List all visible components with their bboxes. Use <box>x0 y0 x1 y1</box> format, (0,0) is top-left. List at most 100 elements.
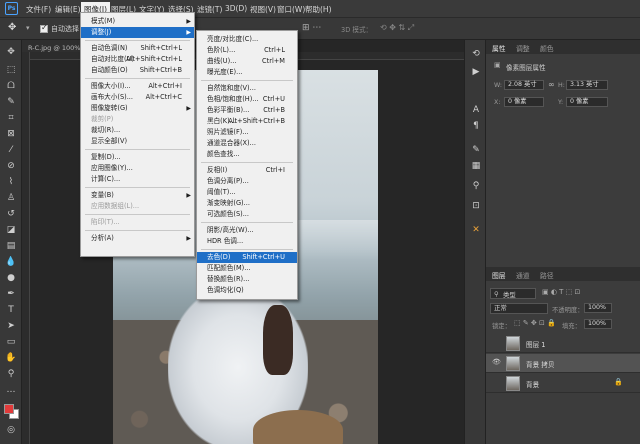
hand-tool-icon[interactable]: ✋ <box>5 352 17 364</box>
image-menu-item[interactable]: 调整(J) ▶ <box>81 27 194 38</box>
image-menu-item[interactable]: 应用数据组(L)... <box>81 201 194 212</box>
adjust-menu-item[interactable]: 色相/饱和度(H)... Ctrl+U <box>197 94 297 105</box>
marquee-tool-icon[interactable]: ⬚ <box>5 64 17 76</box>
adjust-menu-item[interactable]: 曝光度(E)... <box>197 67 297 78</box>
image-menu-item[interactable]: 分析(A) ▶ <box>81 233 194 244</box>
brush-tool-icon[interactable]: ⌇ <box>5 176 17 188</box>
link-icon[interactable]: ∞ <box>548 80 555 89</box>
tool-presets-icon[interactable]: ✕ <box>470 224 482 236</box>
clone-stamp-tool-icon[interactable]: ♙ <box>5 192 17 204</box>
tab-color[interactable]: 颜色 <box>540 43 554 53</box>
history-panel-icon[interactable]: ⟲ <box>470 48 482 60</box>
tab-channels[interactable]: 通道 <box>516 270 530 280</box>
menu-help[interactable]: 帮助(H) <box>305 4 332 15</box>
move-tool-icon[interactable]: ✥ <box>5 46 17 58</box>
adjust-menu-item[interactable]: 去色(D) Shift+Ctrl+U <box>197 252 297 263</box>
lasso-tool-icon[interactable]: ᗝ <box>5 80 17 92</box>
image-menu-item[interactable]: 自动颜色(O) Shift+Ctrl+B <box>81 65 194 76</box>
history-brush-tool-icon[interactable]: ↺ <box>5 208 17 220</box>
more-tools-icon[interactable]: … <box>5 384 17 396</box>
height-field[interactable]: 3.13 英寸 <box>566 80 608 90</box>
adjust-menu-item[interactable]: 亮度/对比度(C)... <box>197 34 297 45</box>
gradient-tool-icon[interactable]: ▤ <box>5 240 17 252</box>
adjust-menu-item[interactable]: 色彩平衡(B)... Ctrl+B <box>197 105 297 116</box>
eraser-tool-icon[interactable]: ◪ <box>5 224 17 236</box>
tab-layers[interactable]: 图层 <box>492 270 506 280</box>
image-menu-item[interactable]: 模式(M) ▶ <box>81 16 194 27</box>
image-menu-item[interactable]: 应用图像(Y)... <box>81 163 194 174</box>
image-menu-item[interactable]: 显示全部(V) <box>81 136 194 147</box>
adjust-menu-item[interactable]: 反相(I) Ctrl+I <box>197 165 297 176</box>
lock-icons[interactable]: ⬚ ✎ ✥ ⊡ 🔒 <box>514 319 556 327</box>
opacity-field[interactable]: 100% <box>584 303 612 313</box>
menu-3d[interactable]: 3D(D) <box>225 4 247 13</box>
brush-panel-icon[interactable]: ✎ <box>470 144 482 156</box>
blend-mode-dropdown[interactable]: 正常 <box>490 303 548 314</box>
adjust-menu-item[interactable]: 自然饱和度(V)... <box>197 83 297 94</box>
rectangle-tool-icon[interactable]: ▭ <box>5 336 17 348</box>
y-field[interactable]: 0 像素 <box>566 97 608 107</box>
image-menu-item[interactable]: 裁剪(P) <box>81 114 194 125</box>
adjust-menu-item[interactable]: 可选颜色(S)... <box>197 209 297 220</box>
pen-tool-icon[interactable]: ✒ <box>5 288 17 300</box>
adjust-menu-item[interactable]: 曲线(U)... Ctrl+M <box>197 56 297 67</box>
fill-field[interactable]: 100% <box>584 319 612 329</box>
path-selection-tool-icon[interactable]: ➤ <box>5 320 17 332</box>
layer-filter-icons[interactable]: ▣ ◐ T ⬚ ⊡ <box>542 288 580 296</box>
menu-edit[interactable]: 编辑(E) <box>55 4 81 15</box>
image-menu-item[interactable]: 陷印(T)... <box>81 217 194 228</box>
image-menu-item[interactable]: 裁切(R)... <box>81 125 194 136</box>
zoom-tool-icon[interactable]: ⚲ <box>5 368 17 380</box>
dodge-tool-icon[interactable]: ● <box>5 272 17 284</box>
tab-properties[interactable]: 属性 <box>492 43 506 53</box>
character-panel-icon[interactable]: A <box>470 104 482 116</box>
image-menu-item[interactable]: 画布大小(S)... Alt+Ctrl+C <box>81 92 194 103</box>
info-panel-icon[interactable]: ⊡ <box>470 200 482 212</box>
adjust-menu-item[interactable]: 阴影/高光(W)... <box>197 225 297 236</box>
tab-adjustments[interactable]: 调整 <box>516 43 530 53</box>
image-menu-item[interactable]: 计算(C)... <box>81 174 194 185</box>
image-menu-item[interactable]: 变量(B) ▶ <box>81 190 194 201</box>
blur-tool-icon[interactable]: 💧 <box>5 256 17 268</box>
adjust-menu-item[interactable]: 黑白(K)... Alt+Shift+Ctrl+B <box>197 116 297 127</box>
adjust-menu-item[interactable]: 渐变映射(G)... <box>197 198 297 209</box>
menu-file[interactable]: 文件(F) <box>26 4 51 15</box>
foreground-color-swatch[interactable] <box>4 404 14 414</box>
menu-view[interactable]: 视图(V) <box>250 4 276 15</box>
3d-mode-icons[interactable]: ⟲ ✥ ⇅ ⤢ <box>380 23 414 33</box>
image-menu-item[interactable]: 复制(D)... <box>81 152 194 163</box>
adjust-menu-item[interactable]: 照片滤镜(F)... <box>197 127 297 138</box>
layer-filter-dropdown[interactable]: ⚲ 类型 <box>490 288 536 299</box>
quick-select-tool-icon[interactable]: ✎ <box>5 96 17 108</box>
tool-preset-chevron-icon[interactable]: ▾ <box>26 24 30 32</box>
healing-brush-tool-icon[interactable]: ⊘ <box>5 160 17 172</box>
paragraph-panel-icon[interactable]: ¶ <box>470 120 482 132</box>
adjust-menu-item[interactable]: 通道混合器(X)... <box>197 138 297 149</box>
adjust-menu-item[interactable]: 替换颜色(R)... <box>197 274 297 285</box>
image-menu-item[interactable]: 自动色调(N) Shift+Ctrl+L <box>81 43 194 54</box>
adjust-menu-item[interactable]: 色调均化(Q) <box>197 285 297 296</box>
quick-mask-icon[interactable]: ◎ <box>5 424 17 436</box>
adjust-menu-item[interactable]: 色调分离(P)... <box>197 176 297 187</box>
adjust-menu-item[interactable]: 阈值(T)... <box>197 187 297 198</box>
adjust-menu-item[interactable]: HDR 色调... <box>197 236 297 247</box>
image-menu-item[interactable]: 图像大小(I)... Alt+Ctrl+I <box>81 81 194 92</box>
crop-tool-icon[interactable]: ⌗ <box>5 112 17 124</box>
visibility-eye-icon[interactable]: 👁 <box>492 358 501 366</box>
move-tool-icon[interactable]: ✥ <box>8 22 16 33</box>
type-tool-icon[interactable]: T <box>5 304 17 316</box>
auto-select-checkbox[interactable] <box>40 23 48 33</box>
layer-row[interactable]: 背景 🔒 <box>486 374 640 393</box>
swatches-panel-icon[interactable]: ▦ <box>470 160 482 172</box>
menu-window[interactable]: 窗口(W) <box>277 4 305 15</box>
eyedropper-tool-icon[interactable]: ⁄ <box>5 144 17 156</box>
align-icons[interactable]: ⊞ ⋯ <box>302 23 321 33</box>
adjust-menu-item[interactable]: 颜色查找... <box>197 149 297 160</box>
frame-tool-icon[interactable]: ⊠ <box>5 128 17 140</box>
menu-filter[interactable]: 滤镜(T) <box>197 4 222 15</box>
width-field[interactable]: 2.08 英寸 <box>504 80 544 90</box>
tab-paths[interactable]: 路径 <box>540 270 554 280</box>
layer-row-selected[interactable]: 👁 背景 拷贝 <box>486 354 640 373</box>
adjust-menu-item[interactable]: 匹配颜色(M)... <box>197 263 297 274</box>
libraries-panel-icon[interactable]: ⚲ <box>470 180 482 192</box>
